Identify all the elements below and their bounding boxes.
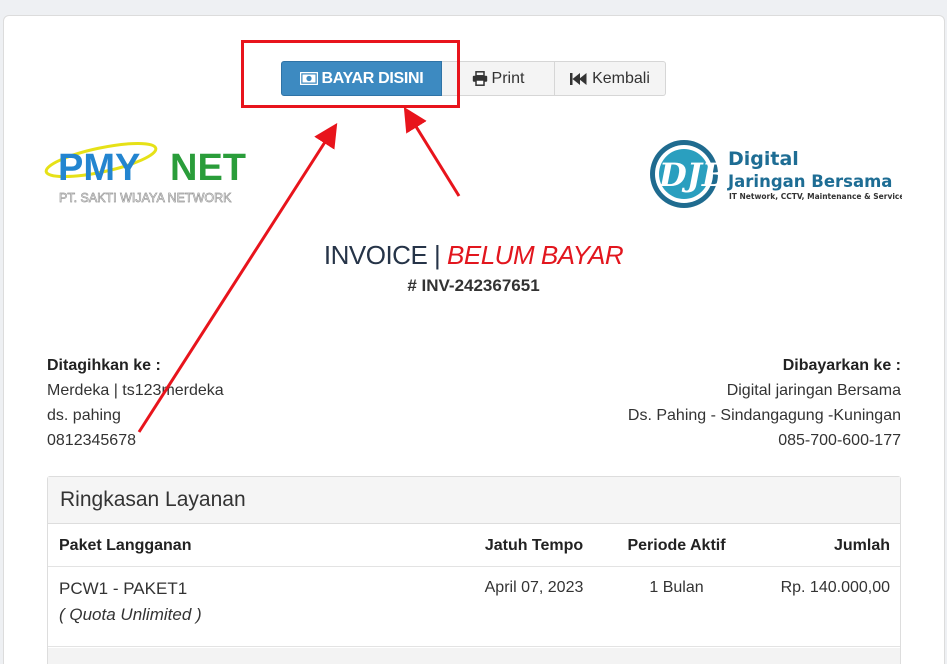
- table-header-row: Paket Langganan Jatuh Tempo Periode Akti…: [48, 524, 900, 567]
- invoice-heading: INVOICE | BELUM BAYAR: [0, 240, 947, 271]
- annotation-highlight-box: [241, 40, 460, 108]
- svg-text:IT Network, CCTV, Maintenance: IT Network, CCTV, Maintenance & Service: [729, 192, 902, 201]
- back-label: Kembali: [592, 69, 650, 87]
- print-label: Print: [491, 69, 525, 87]
- double-back-icon: [570, 72, 588, 86]
- svg-text:Jaringan Bersama: Jaringan Bersama: [727, 172, 892, 191]
- billed-to-name: Merdeka | ts123merdeka: [47, 382, 224, 399]
- package-name: PCW1 - PAKET1: [59, 579, 188, 598]
- svg-text:PMY: PMY: [58, 147, 140, 189]
- pmy-net-logo: PMY NET PT. SAKTI WIJAYA NETWORK: [44, 130, 279, 210]
- column-header-due-date: Jatuh Tempo: [484, 537, 584, 554]
- paid-to-block: Dibayarkan ke : Digital jaringan Bersama…: [628, 353, 901, 453]
- svg-text:PT. SAKTI WIJAYA NETWORK: PT. SAKTI WIJAYA NETWORK: [59, 191, 232, 205]
- column-header-package: Paket Langganan: [59, 537, 192, 554]
- svg-text:NET: NET: [170, 147, 246, 189]
- paid-to-label: Dibayarkan ke :: [782, 357, 901, 374]
- column-header-period: Periode Aktif: [627, 537, 726, 554]
- paid-to-phone: 085-700-600-177: [778, 432, 901, 449]
- invoice-separator: |: [434, 240, 441, 270]
- paid-to-address: Ds. Pahing - Sindangagung -Kuningan: [627, 407, 901, 424]
- billed-to-phone: 0812345678: [47, 432, 136, 449]
- svg-text:Digital: Digital: [728, 148, 799, 170]
- period-cell: 1 Bulan: [649, 579, 704, 596]
- billed-to-block: Ditagihkan ke : Merdeka | ts123merdeka d…: [47, 353, 224, 453]
- djb-logo: DJB Digital Jaringan Bersama IT Network,…: [648, 136, 904, 214]
- table-row: PCW1 - PAKET1 ( Quota Unlimited ) April …: [48, 567, 900, 647]
- back-button[interactable]: Kembali: [555, 61, 666, 96]
- billed-to-label: Ditagihkan ke :: [47, 357, 161, 374]
- invoice-title: INVOICE: [323, 240, 428, 270]
- service-summary-panel: Ringkasan Layanan Paket Langganan Jatuh …: [47, 476, 901, 664]
- invoice-number: # INV-242367651: [407, 276, 540, 295]
- due-date-cell: April 07, 2023: [484, 579, 584, 596]
- payment-status: BELUM BAYAR: [447, 240, 624, 270]
- service-summary-title: Ringkasan Layanan: [48, 477, 900, 524]
- billed-to-address: ds. pahing: [47, 407, 121, 424]
- table-row-partial: [48, 648, 900, 664]
- print-icon: [472, 71, 488, 86]
- paid-to-name: Digital jaringan Bersama: [726, 382, 901, 399]
- svg-text:DJB: DJB: [658, 156, 729, 194]
- amount-cell: Rp. 140.000,00: [780, 579, 890, 596]
- column-header-amount: Jumlah: [833, 537, 890, 554]
- package-cell: PCW1 - PAKET1 ( Quota Unlimited ): [59, 579, 202, 625]
- package-note: ( Quota Unlimited ): [59, 605, 202, 624]
